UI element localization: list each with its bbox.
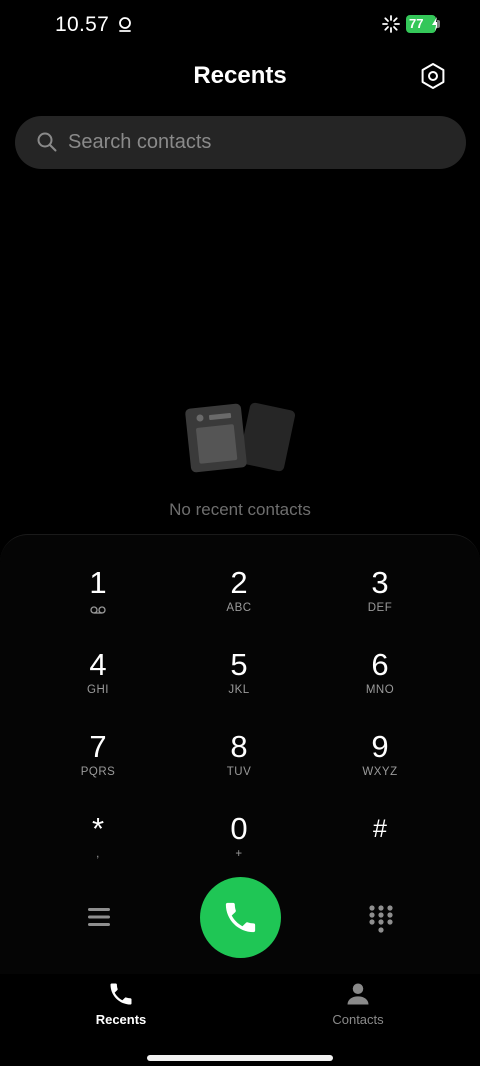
search-bar[interactable]: [15, 116, 466, 169]
battery-indicator: 77: [406, 15, 440, 33]
phone-icon: [110, 983, 132, 1005]
nav-label: Contacts: [332, 1012, 384, 1027]
dial-key-3[interactable]: 3 DEF: [310, 565, 450, 641]
key-letters: JKL: [228, 684, 250, 696]
key-digit: 6: [371, 647, 389, 682]
nav-tab-contacts[interactable]: Contacts: [278, 976, 438, 1032]
alarm-icon: [119, 17, 131, 32]
menu-icon[interactable]: [86, 904, 112, 930]
key-digit: 1: [89, 565, 107, 600]
page-title: Recents: [193, 62, 287, 89]
search-icon: [37, 132, 57, 152]
key-digit: 4: [89, 647, 107, 682]
key-letters: PQRS: [80, 766, 116, 778]
dial-key-6[interactable]: 6 MNO: [310, 647, 450, 723]
nav-label: Recents: [95, 1012, 147, 1027]
status-bar: 10.57 77: [0, 0, 480, 50]
loading-icon: [382, 15, 400, 33]
key-letters: GHI: [87, 684, 109, 696]
key-letters: ABC: [226, 602, 252, 614]
battery-cap: [437, 20, 440, 28]
key-digit: 3: [371, 565, 389, 600]
key-digit: 9: [371, 729, 389, 764]
empty-state-message: No recent contacts: [169, 500, 311, 519]
dial-key-2[interactable]: 2 ABC: [169, 565, 309, 641]
key-digit: 7: [89, 729, 107, 764]
key-letters: MNO: [365, 684, 395, 696]
key-letters: WXYZ: [362, 766, 398, 778]
contact-cards-icon: [185, 402, 296, 473]
key-digit: 8: [230, 729, 248, 764]
dial-key-8[interactable]: 8 TUV: [169, 729, 309, 805]
call-button[interactable]: [200, 877, 281, 958]
bottom-nav: Recents Contacts: [0, 976, 480, 1036]
key-letters: DEF: [367, 602, 393, 614]
key-digit: #: [373, 815, 387, 843]
key-letters: [310, 848, 450, 862]
search-input[interactable]: [68, 116, 448, 169]
status-time: 10.57: [55, 13, 110, 36]
dial-key-4[interactable]: 4 GHI: [28, 647, 168, 723]
person-icon: [347, 983, 369, 1005]
key-letters: TUV: [226, 766, 252, 778]
nav-tab-recents[interactable]: Recents: [41, 976, 201, 1032]
settings-icon[interactable]: [419, 62, 447, 90]
key-digit: *: [91, 811, 105, 846]
dial-key-1[interactable]: 1: [28, 565, 168, 641]
key-letters: +: [235, 848, 243, 860]
dialpad-icon[interactable]: [366, 903, 396, 935]
dial-key-0[interactable]: 0 +: [169, 811, 309, 887]
dial-key-7[interactable]: 7 PQRS: [28, 729, 168, 805]
battery-level: 77: [409, 16, 424, 31]
dial-key-hash[interactable]: #: [310, 811, 450, 887]
dial-key-star[interactable]: * ,: [28, 811, 168, 887]
dial-key-9[interactable]: 9 WXYZ: [310, 729, 450, 805]
voicemail-icon: [90, 606, 106, 614]
dial-key-5[interactable]: 5 JKL: [169, 647, 309, 723]
key-letters: ,: [96, 848, 100, 860]
home-indicator[interactable]: [147, 1055, 333, 1061]
key-digit: 0: [230, 811, 248, 846]
key-digit: 2: [230, 565, 248, 600]
key-digit: 5: [230, 647, 248, 682]
phone-icon: [225, 902, 256, 933]
